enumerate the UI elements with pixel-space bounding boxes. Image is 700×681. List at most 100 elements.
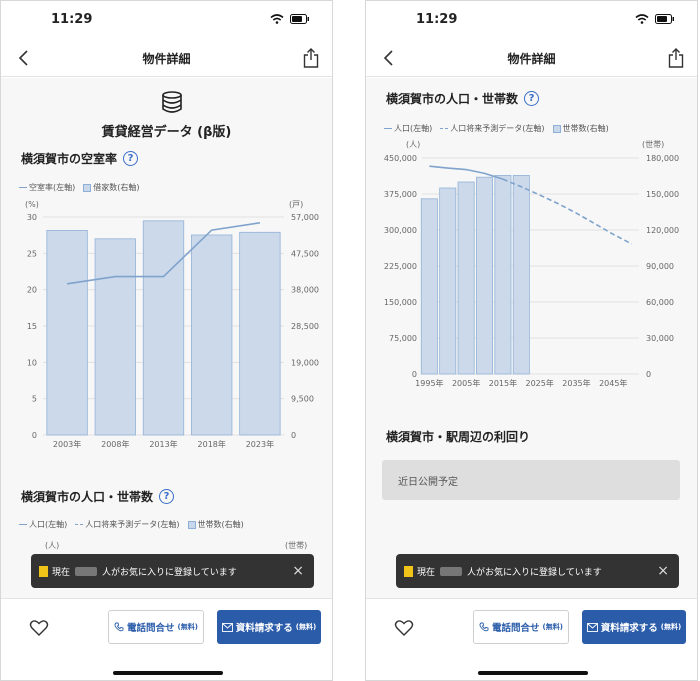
bar-households [457,181,475,375]
battery-icon [655,14,674,24]
y-left-tick: 20 [27,286,37,295]
heart-icon[interactable] [29,618,49,638]
toast-message: 人がお気に入りに登録しています [102,567,237,578]
legend-dash-swatch [440,128,449,129]
tel-label: 電話問合せ [492,623,540,634]
request-document-button[interactable]: 資料請求する (無料) [582,610,686,644]
status-bar: 11:29 [366,1,697,37]
y-left-tick: 0 [32,431,37,440]
page-title: 物件詳細 [507,52,556,66]
phone-left: 11:29 物件詳細 賃貸経営データ (β版) 横須賀市の空室率 ? 空室率(左… [0,0,333,681]
x-tick: 2018年 [198,439,226,449]
bottom-action-bar: 電話問合せ (無料) 資料請求する (無料) [1,598,332,658]
request-document-button[interactable]: 資料請求する (無料) [217,610,321,644]
status-icons [270,14,310,24]
y-right-tick: 57,000 [291,213,319,222]
population-unit-left: (人) [45,541,60,550]
phone-inquiry-button[interactable]: 電話問合せ (無料) [473,610,569,644]
y-right-tick: 30,000 [646,334,674,343]
close-icon[interactable]: × [292,563,304,579]
status-time: 11:29 [51,12,93,27]
bookmark-icon [404,565,413,577]
toast-prefix: 現在 [52,567,71,578]
wifi-icon [270,14,284,24]
y-right-tick: 180,000 [646,154,679,163]
y-right-unit: (戸) [289,200,303,209]
toast-message: 人がお気に入りに登録しています [467,567,602,578]
y-left-tick: 15 [27,322,37,331]
close-icon[interactable]: × [657,563,669,579]
y-left-tick: 375,000 [384,190,417,199]
x-tick: 2025年 [526,378,554,388]
legend-item-population: 人口(左軸) [384,123,432,134]
battery-icon [290,14,309,24]
x-tick: 2013年 [149,439,177,449]
legend-item-vacancy: 空室率(左軸) [19,182,75,193]
population-legend: 人口(左軸) 人口将来予測データ(左軸) 世帯数(右軸) [384,123,609,134]
bottom-action-bar: 電話問合せ (無料) 資料請求する (無料) [366,598,697,658]
legend-line-swatch [19,523,27,526]
nav-bar: 物件詳細 [366,39,697,77]
phone-icon [114,622,124,632]
population-unit-right: (世帯) [285,541,308,550]
toast-count-blurred [75,566,98,576]
legend-item-households: 世帯数(右軸) [552,123,609,134]
database-icon [162,91,182,113]
bar-rentals [94,238,136,436]
help-icon[interactable]: ? [159,489,175,504]
share-icon[interactable] [302,47,320,69]
population-legend-left: 人口(左軸) 人口将来予測データ(左軸) 世帯数(右軸) [19,519,244,530]
content-scroll[interactable]: 賃貸経営データ (β版) 横須賀市の空室率 ? 空室率(左軸) 借家数(右軸) … [1,78,332,598]
legend-item-rentals: 借家数(右軸) [83,182,140,193]
status-icons [635,14,675,24]
legend-label: 空室率(左軸) [29,183,76,192]
help-icon[interactable]: ? [123,151,139,166]
data-header-title: 賃貸経営データ (β版) [101,125,232,140]
tel-note: (無料) [177,623,198,631]
legend-label: 世帯数(右軸) [562,124,609,133]
bar-rentals [142,220,185,436]
nav-bar: 物件詳細 [1,39,332,77]
x-tick: 1995年 [415,378,443,388]
bookmark-icon [39,565,48,577]
y-right-tick: 120,000 [646,226,679,235]
yield-section-title: 横須賀市・駅周辺の利回り [386,428,530,445]
legend-bar-swatch [187,520,196,529]
y-left-tick: 300,000 [384,226,417,235]
y-left-tick: 25 [27,249,37,258]
status-time: 11:29 [416,12,458,27]
y-right-tick: 150,000 [646,190,679,199]
wifi-icon [635,14,649,24]
legend-label: 人口(左軸) [29,520,68,529]
heart-icon[interactable] [394,618,414,638]
y-left-tick: 150,000 [384,298,417,307]
y-left-tick: 10 [27,358,37,367]
y-left-tick: 5 [32,395,37,404]
toast-prefix: 現在 [417,567,436,578]
vacancy-legend: 空室率(左軸) 借家数(右軸) [19,182,140,193]
bar-households [439,187,457,375]
request-note: (無料) [660,623,682,631]
vacancy-chart: (%) (戸) 0 0 5 9,500 10 19,000 15 28,500 20 38,000 25… [25,200,319,449]
population-title-text: 横須賀市の人口・世帯数 [386,92,519,106]
mail-icon [586,622,598,632]
phone-inquiry-button[interactable]: 電話問合せ (無料) [108,610,204,644]
legend-line-swatch [19,186,27,189]
y-left-tick: 225,000 [384,262,417,271]
x-tick: 2015年 [489,378,517,388]
request-label: 資料請求する [235,623,293,634]
bar-households [476,176,494,375]
bar-rentals [239,231,281,436]
tel-label: 電話問合せ [127,623,175,634]
y-left-unit: (人) [406,140,420,149]
y-left-tick: 30 [27,213,37,222]
share-icon[interactable] [667,47,685,69]
bar-rentals [191,234,233,436]
toast-count-blurred [440,566,463,576]
legend-item-population: 人口(左軸) [19,519,67,530]
y-left-unit: (%) [25,200,39,209]
help-icon[interactable]: ? [524,91,540,106]
y-right-tick: 9,500 [291,395,314,404]
y-right-tick: 0 [291,431,296,440]
content-scroll[interactable]: 横須賀市の人口・世帯数 ? 人口(左軸) 人口将来予測データ(左軸) 世帯数(右… [366,78,697,598]
